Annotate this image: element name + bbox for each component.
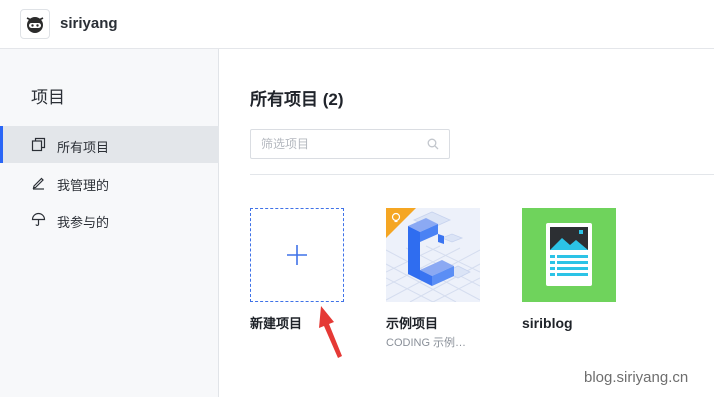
- red-arrow-annotation: [319, 306, 342, 358]
- filter-input[interactable]: [261, 136, 421, 152]
- search-icon: [427, 138, 439, 150]
- demo-project-description: CODING 示例…: [386, 337, 467, 349]
- umbrella-icon: [31, 212, 46, 227]
- demo-project-thumbnail[interactable]: [386, 208, 480, 302]
- watermark: blog.siriyang.cn: [584, 369, 689, 386]
- sidebar: 项目 所有项目 我管理的 我参与的: [0, 49, 219, 397]
- avatar[interactable]: [20, 9, 50, 39]
- coding-logo-icon: [386, 208, 480, 302]
- sidebar-item-label: 我参与的: [57, 215, 110, 230]
- sidebar-item-label: 所有项目: [57, 140, 110, 155]
- sidebar-item-all-projects[interactable]: 所有项目: [0, 126, 219, 163]
- sidebar-title: 项目: [31, 88, 65, 107]
- copy-icon: [31, 137, 46, 152]
- demo-project-name[interactable]: 示例项目: [386, 313, 438, 332]
- page-title: 所有项目 (2): [250, 90, 344, 109]
- siriblog-project-name[interactable]: siriblog: [522, 315, 573, 331]
- sidebar-item-participated[interactable]: 我参与的: [0, 201, 219, 238]
- username-label[interactable]: siriyang: [60, 15, 118, 32]
- siriblog-thumbnail[interactable]: [522, 208, 616, 302]
- new-project-label[interactable]: 新建项目: [250, 313, 302, 332]
- new-project-button[interactable]: [250, 208, 344, 302]
- filter-field[interactable]: [250, 129, 450, 159]
- top-header: siriyang: [0, 0, 714, 49]
- edit-icon: [32, 177, 44, 190]
- ninja-avatar-icon: [26, 17, 44, 33]
- sidebar-item-managed[interactable]: 我管理的: [0, 164, 219, 201]
- divider: [250, 174, 714, 175]
- plus-icon: [287, 245, 307, 265]
- document-image-icon: [522, 208, 616, 302]
- sidebar-item-label: 我管理的: [57, 178, 110, 193]
